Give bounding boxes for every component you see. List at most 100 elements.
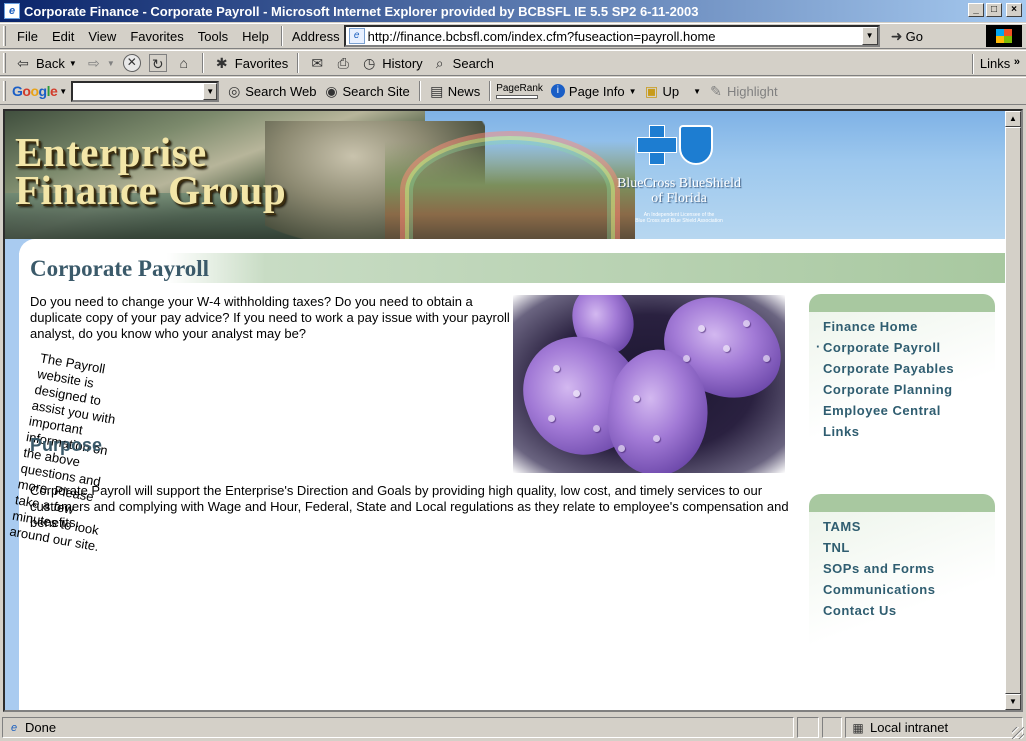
home-icon[interactable]: ⌂ xyxy=(175,54,193,72)
nav-corporate-payroll[interactable]: Corporate Payroll xyxy=(816,336,995,358)
window-title: Corporate Finance - Corporate Payroll - … xyxy=(24,3,699,19)
folder-up-icon: ▣ xyxy=(644,83,659,99)
menu-edit[interactable]: Edit xyxy=(45,29,81,44)
scroll-down-icon[interactable]: ▼ xyxy=(1005,694,1021,710)
favorites-button[interactable]: ✱ Favorites xyxy=(209,54,292,72)
address-url[interactable]: http://finance.bcbsfl.com/index.cfm?fuse… xyxy=(368,29,716,44)
address-label: Address xyxy=(291,28,340,44)
print-icon[interactable]: ⎙ xyxy=(334,54,352,72)
forward-button[interactable]: ⇨ ▼ xyxy=(81,54,119,72)
up-button[interactable]: ▣ Up ▼ xyxy=(640,82,705,100)
menu-file[interactable]: File xyxy=(10,29,45,44)
vertical-scrollbar[interactable]: ▲ ▼ xyxy=(1005,111,1021,710)
go-button[interactable]: ➜ Go xyxy=(890,27,923,45)
nav-employee-central[interactable]: Employee Central xyxy=(823,400,995,421)
scroll-thumb[interactable] xyxy=(1005,127,1021,694)
page-info-button[interactable]: i Page Info ▼ xyxy=(547,84,641,99)
mail-icon[interactable]: ✉ xyxy=(308,54,326,72)
google-toolbar: Google ▼ ▼ ◎ Search Web ◉ Search Site ▤ … xyxy=(0,77,1026,105)
search-web-icon: ◎ xyxy=(228,83,241,99)
page-title: Corporate Payroll xyxy=(30,256,210,281)
pagerank-bar xyxy=(496,94,539,99)
nav-links[interactable]: Links xyxy=(823,421,995,442)
nav-corporate-payables[interactable]: Corporate Payables xyxy=(823,358,995,379)
status-text-cell: e Done xyxy=(2,717,794,738)
bcbs-name: BlueCross BlueShield of Florida xyxy=(616,176,742,206)
scroll-up-icon[interactable]: ▲ xyxy=(1005,111,1021,127)
intro-paragraph-1: Do you need to change your W-4 withholdi… xyxy=(30,294,510,341)
favorites-star-icon: ✱ xyxy=(215,55,228,71)
standard-toolbar: ⇦ Back ▼ ⇨ ▼ ✕ ↻ ⌂ ✱ Favorites ✉ ⎙ ◷ His… xyxy=(0,50,1026,76)
search-site-icon: ◉ xyxy=(325,83,338,99)
history-button[interactable]: ◷ History xyxy=(356,54,426,72)
bcbs-tagline: An Independent Licensee of the Blue Cros… xyxy=(635,212,723,224)
google-search-input[interactable]: ▼ xyxy=(71,80,220,102)
address-field[interactable]: e http://finance.bcbsfl.com/index.cfm?fu… xyxy=(343,25,880,47)
blue-cross-icon xyxy=(637,125,677,165)
primary-nav: Finance Home Corporate Payroll Corporate… xyxy=(809,294,995,458)
page-info-dropdown-icon[interactable]: ▼ xyxy=(629,87,637,96)
go-arrow-icon: ➜ xyxy=(890,28,903,44)
pagerank-meter: PageRank xyxy=(496,82,543,99)
address-dropdown-icon[interactable]: ▼ xyxy=(861,27,878,45)
stop-icon[interactable]: ✕ xyxy=(122,54,141,72)
status-text: Done xyxy=(25,720,57,735)
nav-tnl[interactable]: TNL xyxy=(823,537,995,558)
google-search-dropdown-icon[interactable]: ▼ xyxy=(203,82,218,100)
google-menu-dropdown-icon[interactable]: ▼ xyxy=(59,87,67,96)
menu-view[interactable]: View xyxy=(81,29,123,44)
zone-text: Local intranet xyxy=(870,720,949,735)
left-border-stripe xyxy=(5,239,19,710)
nav-contact-us[interactable]: Contact Us xyxy=(823,600,995,621)
highlight-button[interactable]: ✎ Highlight xyxy=(705,82,782,100)
secondary-nav: TAMS TNL SOPs and Forms Communications C… xyxy=(809,494,995,669)
search-site-button[interactable]: ◉ Search Site xyxy=(320,82,413,100)
search-web-button[interactable]: ◎ Search Web xyxy=(223,82,320,100)
back-dropdown-icon[interactable]: ▼ xyxy=(69,59,77,68)
blue-shield-icon xyxy=(679,125,713,165)
intro-text: Do you need to change your W-4 withholdi… xyxy=(8,294,510,554)
links-button[interactable]: Links » xyxy=(971,53,1020,74)
page-done-icon: e xyxy=(10,721,18,734)
purpose-heading: Purpose xyxy=(30,435,103,455)
back-button[interactable]: ⇦ Back ▼ xyxy=(10,54,81,72)
forward-dropdown-icon[interactable]: ▼ xyxy=(107,59,115,68)
nav-communications[interactable]: Communications xyxy=(823,579,995,600)
highlighter-icon: ✎ xyxy=(710,83,722,99)
ie-icon: e xyxy=(4,3,20,19)
news-button[interactable]: ▤ News xyxy=(426,82,485,100)
back-arrow-icon: ⇦ xyxy=(17,55,29,71)
menu-tools[interactable]: Tools xyxy=(191,29,235,44)
resize-grip[interactable] xyxy=(1012,727,1024,739)
flower-photo xyxy=(513,295,785,473)
menu-address-bar: File Edit View Favorites Tools Help Addr… xyxy=(0,23,1026,49)
bcbs-logo xyxy=(637,125,713,165)
web-page: Enterprise Finance Group BlueCross BlueS… xyxy=(5,111,1005,710)
menu-help[interactable]: Help xyxy=(235,29,276,44)
forward-arrow-icon: ⇨ xyxy=(87,55,100,71)
menu-favorites[interactable]: Favorites xyxy=(123,29,190,44)
purpose-text: Corporate Payroll will support the Enter… xyxy=(30,483,789,530)
intranet-icon: ▦ xyxy=(852,720,864,735)
chevron-right-icon[interactable]: » xyxy=(1014,56,1020,68)
refresh-icon[interactable]: ↻ xyxy=(148,54,167,72)
status-bar: e Done ▦ Local intranet xyxy=(0,714,1026,741)
nav-finance-home[interactable]: Finance Home xyxy=(823,316,995,337)
maximize-button[interactable]: □ xyxy=(986,3,1002,17)
news-icon: ▤ xyxy=(430,83,444,99)
site-banner: Enterprise Finance Group BlueCross BlueS… xyxy=(5,111,1005,239)
minimize-button[interactable]: _ xyxy=(968,3,984,17)
history-icon: ◷ xyxy=(363,55,376,71)
search-button[interactable]: ⌕ Search xyxy=(427,54,498,72)
zone-cell: ▦ Local intranet xyxy=(845,717,1023,738)
google-logo[interactable]: Google xyxy=(12,83,58,99)
up-dropdown-icon[interactable]: ▼ xyxy=(693,87,701,96)
browser-viewport: Enterprise Finance Group BlueCross BlueS… xyxy=(3,109,1023,712)
close-button[interactable]: × xyxy=(1006,3,1022,17)
page-icon: e xyxy=(348,28,365,44)
windows-logo xyxy=(986,25,1022,47)
nav-sops-and-forms[interactable]: SOPs and Forms xyxy=(823,558,995,579)
nav-tams[interactable]: TAMS xyxy=(823,516,995,537)
pagerank-label: PageRank xyxy=(496,82,543,94)
nav-corporate-planning[interactable]: Corporate Planning xyxy=(823,379,995,400)
